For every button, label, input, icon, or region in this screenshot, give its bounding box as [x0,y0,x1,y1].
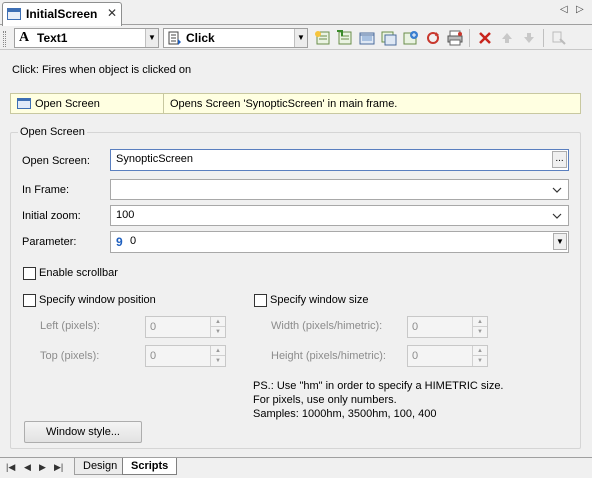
initial-zoom-value: 100 [116,209,135,221]
width-spinner[interactable]: 0 ▲ ▼ [407,316,488,338]
tools-icon[interactable] [550,30,568,46]
parameter-field[interactable]: 9 0 ▼ [110,231,569,253]
spin-down-icon[interactable]: ▼ [211,356,225,366]
document-tab-strip: InitialScreen ✕ ◁ ▷ [0,0,592,26]
initial-zoom-dropdown[interactable]: 100 [110,205,569,226]
specify-window-size-checkbox[interactable] [254,294,267,307]
top-pixels-value: 0 [150,350,157,362]
width-label: Width (pixels/himetric): [271,320,383,332]
tab-initial-screen[interactable]: InitialScreen ✕ [2,2,122,26]
event-combo-value: Click [186,31,215,45]
chevron-down-icon[interactable]: ▼ [553,233,567,250]
open-screen-icon [17,98,31,109]
action-list-row[interactable]: Open Screen Opens Screen 'SynopticScreen… [10,93,581,114]
close-icon[interactable]: ✕ [107,6,117,20]
open-screen-label: Open Screen: [22,155,90,167]
chevron-down-icon[interactable]: ▼ [294,29,307,47]
spin-up-icon[interactable]: ▲ [211,317,225,327]
spin-up-icon[interactable]: ▲ [473,317,487,327]
in-frame-dropdown[interactable] [110,179,569,200]
toolbar-grip[interactable] [3,31,6,47]
action-name: Open Screen [35,98,100,110]
copy-action-icon[interactable] [380,30,398,46]
parameter-label: Parameter: [22,236,77,248]
height-label: Height (pixels/himetric): [271,350,386,362]
enable-scrollbar-checkbox[interactable] [23,267,36,280]
tab-scroll-right-icon[interactable]: ▷ [576,4,584,15]
initial-zoom-label: Initial zoom: [22,210,81,222]
browse-screen-button[interactable]: ... [552,151,567,168]
spin-up-icon[interactable]: ▲ [211,346,225,356]
tab-design[interactable]: Design [74,458,127,475]
specify-window-size-label: Specify window size [270,294,369,306]
spinner-buttons[interactable]: ▲ ▼ [472,317,487,337]
previous-tab-icon[interactable]: ◀ [24,462,31,473]
object-combo[interactable]: A Text1 ▼ [14,28,159,48]
specify-window-position-checkbox[interactable] [23,294,36,307]
insert-action-icon[interactable] [336,30,354,46]
chevron-down-icon [552,187,562,193]
column-divider [163,94,164,113]
text-object-icon: A [19,30,30,45]
tab-scripts[interactable]: Scripts [122,458,178,475]
delete-icon[interactable] [476,30,494,46]
top-pixels-label: Top (pixels): [40,350,100,362]
group-legend: Open Screen [18,126,87,138]
chevron-down-icon [552,213,562,219]
spin-up-icon[interactable]: ▲ [473,346,487,356]
screen-icon [7,8,21,20]
move-up-icon[interactable] [498,30,516,46]
new-action-icon[interactable] [314,30,332,46]
spinner-buttons[interactable]: ▲ ▼ [210,317,225,337]
open-screen-field[interactable]: SynopticScreen ... [110,149,569,171]
spinner-buttons[interactable]: ▲ ▼ [472,346,487,366]
move-down-icon[interactable] [520,30,538,46]
refresh-icon[interactable] [424,30,442,46]
object-combo-value: Text1 [37,31,68,45]
in-frame-label: In Frame: [22,184,70,196]
print-icon[interactable] [446,30,464,46]
event-icon [168,31,182,48]
spin-down-icon[interactable]: ▼ [211,327,225,337]
height-value: 0 [412,350,419,362]
toolbar-separator [469,29,470,47]
height-spinner[interactable]: 0 ▲ ▼ [407,345,488,367]
bottom-tab-bar: |◀ ◀ ▶ ▶| Design Scripts [0,457,592,478]
spin-down-icon[interactable]: ▼ [473,327,487,337]
parameter-value: 0 [130,235,137,247]
last-tab-icon[interactable]: ▶| [54,462,63,473]
window-style-button[interactable]: Window style... [24,421,142,443]
chevron-down-icon[interactable]: ▼ [145,29,158,47]
event-combo[interactable]: Click ▼ [163,28,308,48]
first-tab-icon[interactable]: |◀ [6,462,15,473]
numeric-type-icon: 9 [116,235,123,249]
himetric-note-line-1: PS.: Use "hm" in order to specify a HIME… [253,380,504,392]
left-pixels-label: Left (pixels): [40,320,100,332]
import-action-icon[interactable] [402,30,420,46]
open-screen-value: SynopticScreen [116,153,194,165]
spin-down-icon[interactable]: ▼ [473,356,487,366]
event-description: Click: Fires when object is clicked on [12,64,192,76]
width-value: 0 [412,321,419,333]
toolbar-separator [543,29,544,47]
left-pixels-value: 0 [150,321,157,333]
specify-window-position-label: Specify window position [39,294,156,306]
himetric-note-line-3: Samples: 1000hm, 3500hm, 100, 400 [253,408,437,420]
tab-scroll-left-icon[interactable]: ◁ [560,4,568,15]
edit-action-icon[interactable] [358,30,376,46]
spinner-buttons[interactable]: ▲ ▼ [210,346,225,366]
next-tab-icon[interactable]: ▶ [39,462,46,473]
tab-title: InitialScreen [26,7,98,21]
himetric-note-line-2: For pixels, use only numbers. [253,394,397,406]
enable-scrollbar-label: Enable scrollbar [39,267,118,279]
top-pixels-spinner[interactable]: 0 ▲ ▼ [145,345,226,367]
action-description: Opens Screen 'SynopticScreen' in main fr… [170,98,398,110]
left-pixels-spinner[interactable]: 0 ▲ ▼ [145,316,226,338]
